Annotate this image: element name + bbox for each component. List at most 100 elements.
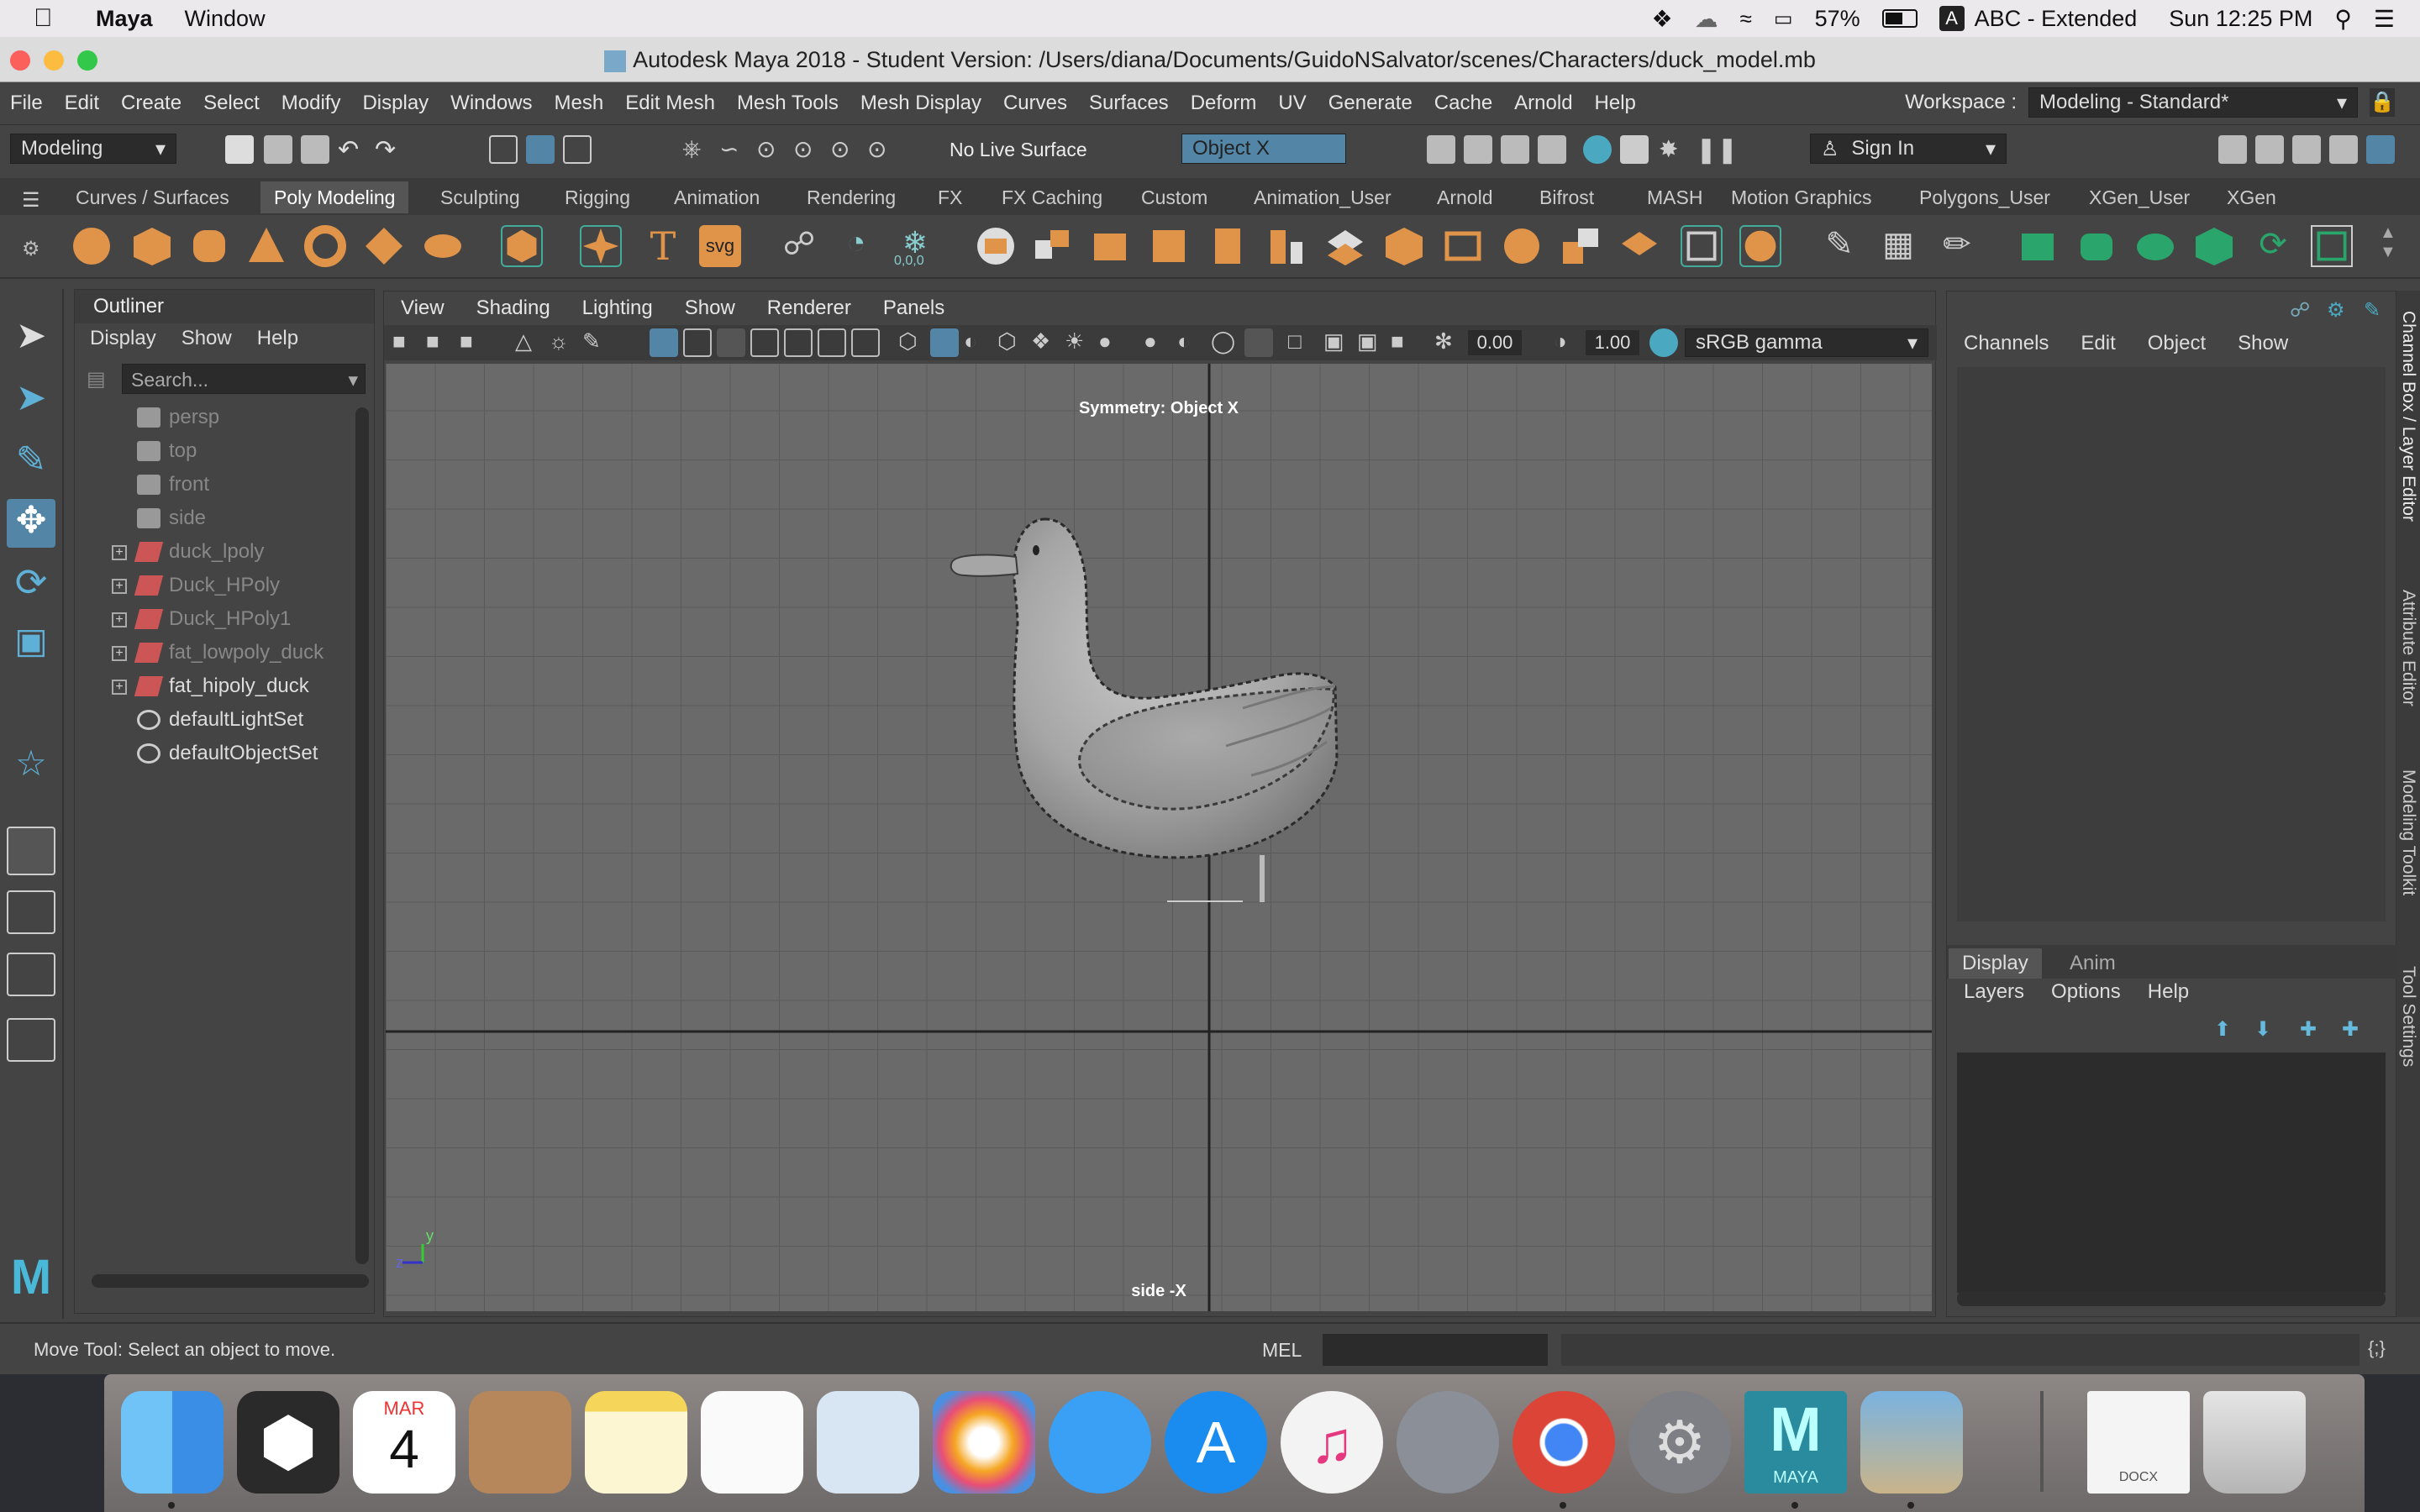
outliner-item[interactable]: persp <box>75 401 352 434</box>
save-scene-icon[interactable] <box>301 135 329 164</box>
app-store-icon[interactable]: A <box>1165 1391 1267 1494</box>
poly-disc-icon[interactable] <box>422 225 464 267</box>
outliner-item[interactable]: + fat_hipoly_duck <box>75 669 352 703</box>
side-tab-tool-settings[interactable]: Tool Settings <box>2398 966 2418 1067</box>
motion-blur-icon[interactable]: ● <box>1144 328 1172 357</box>
poly-plane-icon[interactable] <box>363 225 405 267</box>
slide-edge-icon[interactable] <box>1618 225 1660 267</box>
viewport-menu-view[interactable]: View <box>401 291 445 325</box>
attribute-editor-toggle-icon[interactable] <box>2255 135 2284 164</box>
image-viewer-icon[interactable] <box>1860 1391 1963 1494</box>
select-by-object-icon[interactable] <box>526 135 555 164</box>
shelf-tab-xgen[interactable]: XGen <box>2213 181 2290 213</box>
shelf-tab-rendering[interactable]: Rendering <box>793 181 909 213</box>
undo-icon[interactable]: ↶ <box>338 135 366 164</box>
scale-tool-icon[interactable]: ▣ <box>7 620 55 669</box>
docx-file-icon[interactable]: DOCX <box>2087 1391 2190 1494</box>
channel-menu-object[interactable]: Object <box>2148 332 2206 355</box>
script-language-toggle[interactable]: MEL <box>1262 1339 1302 1362</box>
trash-icon[interactable] <box>2203 1391 2306 1494</box>
bevel-icon[interactable] <box>1148 225 1190 267</box>
textured-icon[interactable]: ⬡ <box>997 328 1026 357</box>
finder-icon[interactable] <box>121 1391 224 1494</box>
clock[interactable]: Sun 12:25 PM <box>2169 6 2312 32</box>
launchpad-icon[interactable] <box>1397 1391 1499 1494</box>
preview-icon[interactable] <box>817 1391 919 1494</box>
select-by-hierarchy-icon[interactable] <box>489 135 518 164</box>
render-sequence-icon[interactable] <box>1464 135 1492 164</box>
tab-anim[interactable]: Anim <box>2056 948 2129 979</box>
live-surface-label[interactable]: No Live Surface <box>950 139 1087 161</box>
safe-title-icon[interactable] <box>851 328 880 357</box>
rotate-tool-icon[interactable]: ⟳ <box>7 559 55 608</box>
ipr-render-icon[interactable] <box>1501 135 1529 164</box>
redo-icon[interactable]: ↷ <box>375 135 403 164</box>
channel-box-settings-icon[interactable]: ⚙ <box>2327 298 2345 323</box>
four-view-layout-icon[interactable] <box>7 890 55 934</box>
xray-icon[interactable]: □ <box>1288 328 1317 357</box>
tool-settings-toggle-icon[interactable] <box>2292 135 2321 164</box>
spotlight-icon[interactable]: ⚲ <box>2334 5 2352 33</box>
outliner-item[interactable]: defaultObjectSet <box>75 737 352 770</box>
outliner-horizontal-scrollbar[interactable] <box>92 1274 369 1288</box>
outliner-menu-display[interactable]: Display <box>90 323 156 354</box>
calendar-icon[interactable]: MAR 4 <box>353 1391 455 1494</box>
outliner-item[interactable]: + Duck_HPoly <box>75 569 352 602</box>
snap-live-icon[interactable]: ⊙ <box>867 135 896 164</box>
use-all-lights-icon[interactable]: ❖ <box>1031 328 1060 357</box>
window-menu[interactable]: Window <box>185 6 266 32</box>
shelf-tab-xgen-user[interactable]: XGen_User <box>2075 181 2203 213</box>
menu-mesh-display[interactable]: Mesh Display <box>860 92 981 115</box>
last-tool-icon[interactable]: ☆ <box>7 743 55 791</box>
new-empty-layer-icon[interactable]: ✚ <box>2300 1017 2317 1042</box>
shelf-tab-rigging[interactable]: Rigging <box>551 181 644 213</box>
new-layer-selected-icon[interactable]: ✚ <box>2342 1017 2359 1042</box>
uv-cylindrical-icon[interactable] <box>2075 225 2118 267</box>
lock-icon[interactable]: 🔒 <box>2370 88 2395 117</box>
itunes-icon[interactable]: ♫ <box>1281 1391 1383 1494</box>
offset-edge-loop-icon[interactable] <box>1560 225 1602 267</box>
select-by-component-icon[interactable] <box>563 135 592 164</box>
move-tool-icon[interactable]: ✥ <box>7 499 55 548</box>
menu-deform[interactable]: Deform <box>1191 92 1257 115</box>
menu-select[interactable]: Select <box>203 92 260 115</box>
expand-icon[interactable]: + <box>112 579 127 594</box>
shelf-tab-curves-surfaces[interactable]: Curves / Surfaces <box>62 181 243 213</box>
menu-create[interactable]: Create <box>121 92 182 115</box>
uv-planar-icon[interactable] <box>2017 225 2059 267</box>
super-shape-icon[interactable] <box>580 225 622 267</box>
xray-components-icon[interactable]: ▣ <box>1357 328 1386 357</box>
new-scene-icon[interactable] <box>225 135 254 164</box>
notification-center-icon[interactable]: ☰ <box>2374 5 2395 33</box>
shelf-tab-arnold[interactable]: Arnold <box>1423 181 1506 213</box>
workspace-dropdown[interactable]: Modeling - Standard* ▾ <box>2028 87 2358 118</box>
channel-box-edit-icon[interactable]: ✎ <box>2364 298 2381 323</box>
gamma-field[interactable]: 1.00 <box>1586 330 1639 355</box>
channel-menu-edit[interactable]: Edit <box>2081 332 2115 355</box>
gamma-icon[interactable]: ◑ <box>1554 328 1582 357</box>
wifi-icon[interactable]: ≈ <box>1740 6 1752 32</box>
backface-culling-icon[interactable]: ■ <box>1391 328 1419 357</box>
menu-help[interactable]: Help <box>1595 92 1636 115</box>
channel-box-toggle-icon[interactable] <box>2329 135 2358 164</box>
menu-curves[interactable]: Curves <box>1003 92 1067 115</box>
2d-pan-zoom-icon[interactable]: ☼ <box>549 328 577 357</box>
fill-hole-icon[interactable] <box>1383 225 1425 267</box>
camera-attributes-icon[interactable]: ■ <box>426 328 455 357</box>
poly-sphere-icon[interactable] <box>71 225 113 267</box>
multi-cut-icon[interactable] <box>1442 225 1484 267</box>
film-gate-icon[interactable] <box>683 328 712 357</box>
grease-pencil-icon[interactable]: ✎ <box>582 328 611 357</box>
type-tool-icon[interactable]: T <box>642 225 684 267</box>
center-pivot-icon[interactable]: ◔ <box>835 225 877 267</box>
uv-unfold-icon[interactable]: ⟳ <box>2252 225 2294 267</box>
chrome-icon[interactable] <box>1512 1391 1615 1494</box>
input-source-icon[interactable]: A <box>1939 6 1965 31</box>
render-settings-icon[interactable] <box>1538 135 1566 164</box>
hypershade-icon[interactable] <box>1583 135 1612 164</box>
photos-icon[interactable] <box>933 1391 1035 1494</box>
shelf-tab-mash[interactable]: MASH <box>1634 181 1716 213</box>
pivot-tool-icon[interactable]: ☍ <box>778 225 820 267</box>
channel-list[interactable] <box>1957 367 2386 921</box>
viewport-menu-renderer[interactable]: Renderer <box>767 291 851 325</box>
